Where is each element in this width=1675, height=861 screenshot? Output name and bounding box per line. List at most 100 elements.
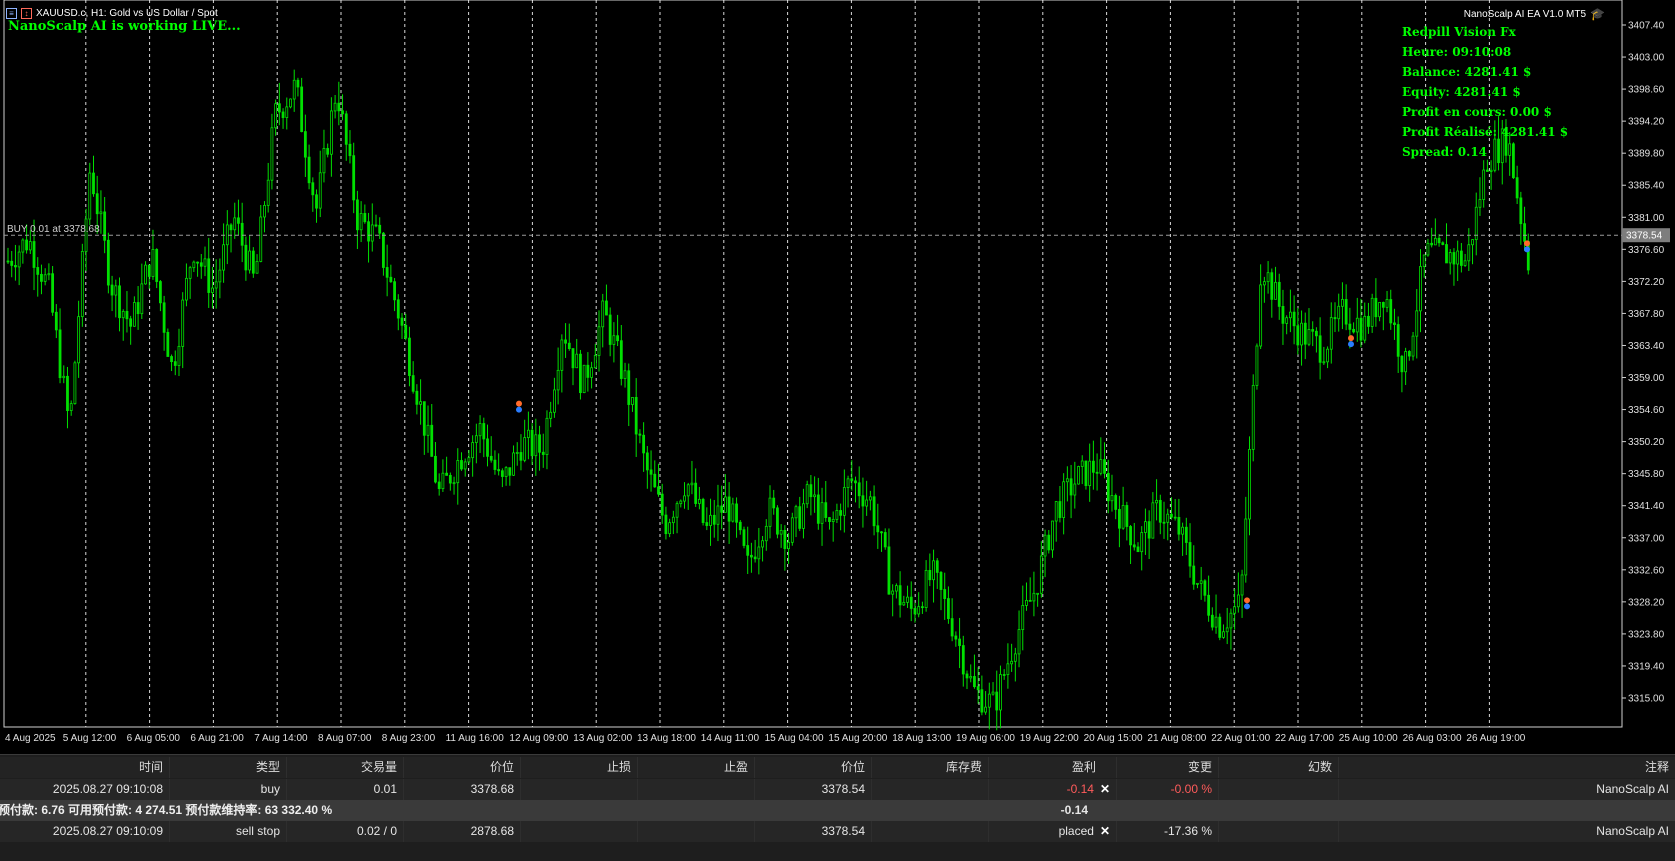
candle-body bbox=[1084, 460, 1088, 487]
candle-body bbox=[21, 239, 25, 253]
candle-body bbox=[259, 216, 263, 262]
candle-body bbox=[62, 375, 66, 379]
ea-label: NanoScalp AI EA V1.0 MT5 🎓 bbox=[1464, 7, 1605, 21]
trade-entry-arrow bbox=[1348, 335, 1354, 342]
candle-body bbox=[1025, 599, 1028, 606]
candle-body bbox=[1017, 629, 1021, 655]
info-line: Equity: 4281.41 $ bbox=[1402, 85, 1521, 99]
candle-body bbox=[1091, 460, 1095, 473]
price-tick-label: 3323.80 bbox=[1628, 629, 1665, 640]
info-line: Balance: 4281.41 $ bbox=[1402, 65, 1532, 79]
cell-sl[interactable] bbox=[521, 779, 638, 800]
candle-body bbox=[1322, 361, 1326, 364]
cell-current-price: 3378.54 bbox=[755, 821, 872, 842]
candle-body bbox=[356, 199, 359, 231]
col-type[interactable]: 类型 bbox=[170, 757, 287, 778]
candle-body bbox=[608, 314, 612, 345]
candle-body bbox=[1106, 472, 1110, 502]
candle-body bbox=[110, 284, 114, 296]
col-current-price[interactable]: 价位 bbox=[755, 757, 872, 778]
candle-body bbox=[1352, 328, 1355, 333]
price-tick-label: 3394.20 bbox=[1628, 117, 1665, 128]
candle-body bbox=[1311, 329, 1315, 332]
candle-body bbox=[229, 224, 233, 231]
candle-body bbox=[1248, 449, 1251, 520]
candle-body bbox=[556, 369, 560, 391]
candle-body bbox=[1184, 526, 1188, 543]
close-position-icon[interactable]: ✕ bbox=[1100, 782, 1110, 796]
col-magic[interactable]: 幻数 bbox=[1219, 757, 1339, 778]
candle-body bbox=[99, 211, 103, 215]
cell-type: buy bbox=[170, 779, 287, 800]
candle-body bbox=[329, 110, 333, 155]
candle-body bbox=[567, 342, 571, 349]
candle-body bbox=[1489, 169, 1493, 172]
candle-body bbox=[742, 529, 746, 546]
trade-entry-arrow bbox=[516, 400, 522, 407]
candle-body bbox=[1389, 299, 1393, 324]
cell-sl[interactable] bbox=[521, 821, 638, 842]
price-tick-label: 3328.20 bbox=[1628, 597, 1665, 608]
col-volume[interactable]: 交易量 bbox=[287, 757, 404, 778]
candle-body bbox=[136, 302, 140, 315]
candle-body bbox=[746, 545, 750, 556]
candle-body bbox=[675, 503, 679, 518]
cell-swap bbox=[872, 779, 989, 800]
candle-body bbox=[1396, 324, 1400, 357]
candle-body bbox=[1144, 521, 1147, 533]
buy-line-label[interactable]: BUY 0.01 at 3378.68 bbox=[7, 224, 100, 235]
candle-body bbox=[28, 241, 32, 251]
candle-body bbox=[1374, 297, 1378, 318]
candle-body bbox=[374, 224, 378, 227]
candle-body bbox=[359, 213, 363, 231]
col-change[interactable]: 变更 bbox=[1117, 757, 1219, 778]
graduation-cap-icon[interactable]: 🎓 bbox=[1590, 7, 1605, 21]
price-chart[interactable]: 4 Aug 2025 5 Aug 12:00 6 Aug 05:00 6 Aug 21… bbox=[0, 0, 1675, 750]
candle-body bbox=[649, 469, 653, 475]
candle-body bbox=[285, 106, 289, 118]
candle-body bbox=[1251, 384, 1255, 450]
chart-menu-icon[interactable]: ≡ bbox=[6, 7, 17, 19]
candle-body bbox=[1162, 521, 1166, 524]
candle-body bbox=[1207, 594, 1211, 616]
candle-body bbox=[307, 156, 311, 184]
table-row[interactable]: 2025.08.27 09:10:08 buy 0.01 3378.68 337… bbox=[0, 779, 1675, 800]
trade-entry-arrow bbox=[1524, 240, 1530, 247]
candle-body bbox=[1422, 254, 1426, 267]
col-profit[interactable]: 盈利 bbox=[989, 757, 1117, 778]
col-swap[interactable]: 库存费 bbox=[872, 757, 989, 778]
col-sl[interactable]: 止损 bbox=[521, 757, 638, 778]
candle-body bbox=[1229, 612, 1233, 629]
price-tick-label: 3367.80 bbox=[1628, 309, 1665, 320]
candle-body bbox=[1367, 315, 1370, 327]
candle-body bbox=[1103, 459, 1106, 474]
time-tick-label: 22 Aug 01:00 bbox=[1211, 733, 1270, 744]
one-click-trading-icon[interactable]: ↕ bbox=[21, 7, 32, 19]
candle-body bbox=[1054, 501, 1058, 522]
candle-body bbox=[151, 249, 155, 277]
candle-body bbox=[898, 585, 902, 606]
candle-body bbox=[1467, 244, 1471, 262]
table-row[interactable]: 2025.08.27 09:10:09 sell stop 0.02 / 0 2… bbox=[0, 821, 1675, 842]
trade-entry-arrow bbox=[1244, 597, 1250, 604]
col-tp[interactable]: 止盈 bbox=[638, 757, 755, 778]
col-time[interactable]: 时间 bbox=[0, 757, 170, 778]
candle-body bbox=[467, 457, 471, 463]
cell-tp[interactable] bbox=[638, 779, 755, 800]
col-price[interactable]: 价位 bbox=[404, 757, 521, 778]
candle-body bbox=[1433, 237, 1437, 246]
order-status: placed bbox=[1058, 824, 1094, 838]
candle-body bbox=[211, 287, 214, 293]
candle-body bbox=[300, 86, 304, 132]
candle-body bbox=[1255, 345, 1259, 386]
delete-order-icon[interactable]: ✕ bbox=[1100, 824, 1110, 838]
symbol-title-bar: ≡ ↕ XAUUSD.c, H1: Gold vs US Dollar / Sp… bbox=[6, 7, 218, 19]
cell-tp[interactable] bbox=[638, 821, 755, 842]
info-line: Spread: 0.14 bbox=[1402, 145, 1488, 159]
price-tick-label: 3381.00 bbox=[1628, 213, 1665, 224]
candle-body bbox=[1140, 532, 1144, 553]
ea-name: NanoScalp AI EA V1.0 MT5 bbox=[1463, 8, 1587, 20]
price-tick-label: 3359.00 bbox=[1628, 373, 1665, 384]
col-comment[interactable]: 注释 bbox=[1339, 757, 1675, 778]
cell-price: 3378.68 bbox=[404, 779, 521, 800]
